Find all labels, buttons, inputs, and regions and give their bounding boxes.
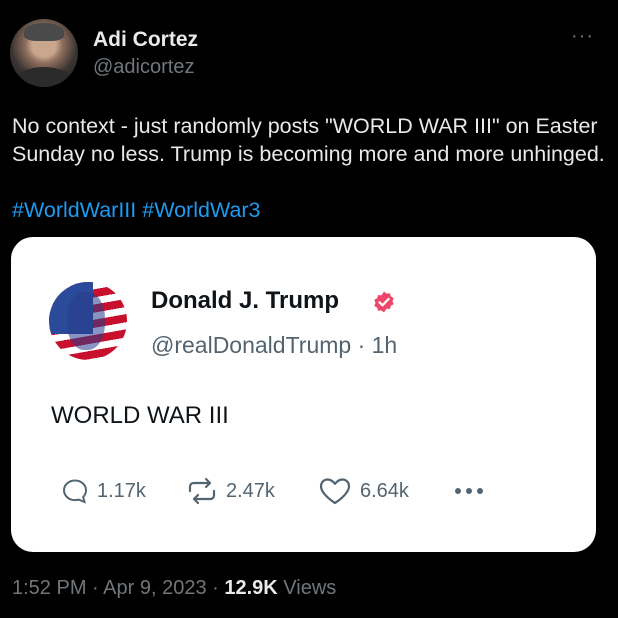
repost-action[interactable]: 2.47k xyxy=(186,477,275,505)
hashtag-link[interactable]: #WorldWarIII xyxy=(12,198,136,222)
like-count: 6.64k xyxy=(360,479,409,502)
avatar-shirt xyxy=(14,67,74,87)
embedded-post-text: WORLD WAR III xyxy=(51,402,229,429)
like-action[interactable]: 6.64k xyxy=(318,477,409,505)
hashtag-link[interactable]: #WorldWar3 xyxy=(142,198,260,222)
tweet-metadata: 1:52 PM · Apr 9, 2023 · 12.9K Views xyxy=(12,577,336,600)
more-options-icon[interactable]: ··· xyxy=(571,26,594,46)
separator: · xyxy=(86,577,104,599)
dot xyxy=(466,488,472,494)
tweet-text: No context - just randomly posts "WORLD … xyxy=(12,114,605,166)
separator: · xyxy=(206,577,225,599)
views-count[interactable]: 12.9K xyxy=(224,577,277,599)
tweet-date[interactable]: Apr 9, 2023 xyxy=(103,577,206,599)
embedded-author-avatar[interactable] xyxy=(49,282,127,360)
more-options-icon[interactable] xyxy=(455,477,483,505)
reply-action[interactable]: 1.17k xyxy=(61,477,146,505)
author-avatar[interactable] xyxy=(10,19,78,87)
heart-icon xyxy=(319,478,351,505)
repost-count: 2.47k xyxy=(226,479,275,502)
repost-icon xyxy=(188,477,216,505)
verified-badge-icon xyxy=(374,291,394,313)
author-name[interactable]: Adi Cortez xyxy=(93,28,198,52)
dot xyxy=(455,488,461,494)
reply-icon xyxy=(62,479,88,504)
tweet-time[interactable]: 1:52 PM xyxy=(12,577,86,599)
embedded-post-card[interactable]: Donald J. Trump @realDonaldTrump · 1h WO… xyxy=(11,237,596,552)
author-handle[interactable]: @adicortez xyxy=(93,56,194,79)
reply-count: 1.17k xyxy=(97,479,146,502)
views-label: Views xyxy=(277,577,337,599)
avatar-hair xyxy=(24,23,64,41)
dot xyxy=(477,488,483,494)
tweet-hashtags: #WorldWarIII #WorldWar3 xyxy=(12,196,261,224)
embedded-author-name[interactable]: Donald J. Trump xyxy=(151,287,339,315)
avatar-portrait xyxy=(67,292,105,350)
embedded-author-handle[interactable]: @realDonaldTrump · 1h xyxy=(151,332,397,359)
